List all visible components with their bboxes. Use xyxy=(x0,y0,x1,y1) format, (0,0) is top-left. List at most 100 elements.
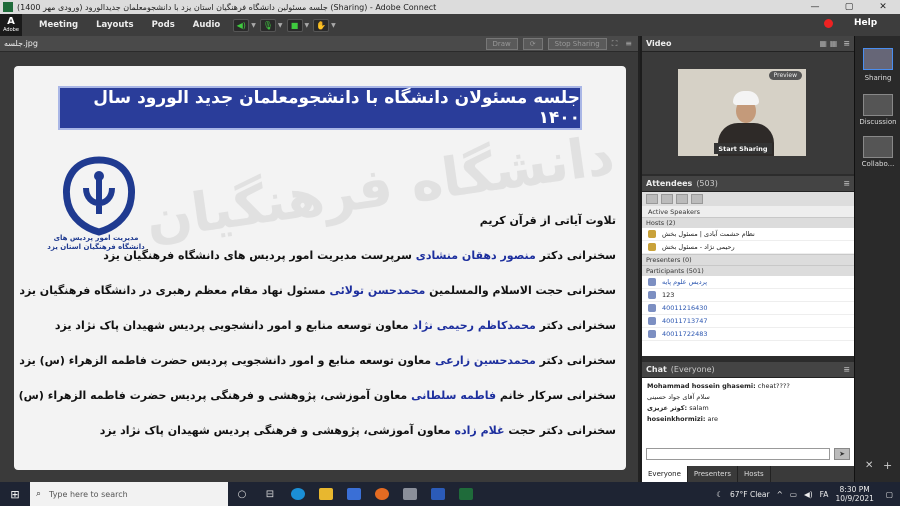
weather-text[interactable]: 67°F Clear xyxy=(730,490,770,499)
window-titlebar: (1400 جلسه مسئولین دانشگاه فرهنگیان استا… xyxy=(0,0,900,14)
right-pods-column: Video ▦ ▦ ≡ Preview Start Sharing Attend… xyxy=(642,36,854,482)
chat-scope: (Everyone) xyxy=(670,365,715,374)
record-indicator-icon[interactable] xyxy=(824,19,833,28)
pod-menu-icon[interactable]: ≡ xyxy=(843,179,850,188)
speaker-name: محمدحسن تولائی xyxy=(329,284,426,297)
video-layout-icon[interactable]: ▦ ▦ xyxy=(819,39,837,48)
close-button[interactable]: ✕ xyxy=(866,2,900,12)
webcam-icon: ■ xyxy=(286,18,303,32)
speaker-name: فاطمه سلطانی xyxy=(411,389,497,402)
list-item[interactable]: 40011713747 xyxy=(642,315,854,328)
layout-collaboration-thumbnail[interactable] xyxy=(863,136,893,158)
minimize-button[interactable]: — xyxy=(798,2,832,12)
start-sharing-button[interactable]: Start Sharing xyxy=(714,143,772,154)
windows-start-icon[interactable]: ⊞ xyxy=(0,482,30,506)
microphone-button[interactable]: 🎙 ▼ xyxy=(259,18,283,33)
tray-expand-icon[interactable]: ^ xyxy=(777,490,783,499)
line-prefix: سخنرانی دکتر حجت xyxy=(504,424,616,437)
system-tray: ☾ 67°F Clear ^ ▭ ◀) FA 8:30 PM 10/9/2021… xyxy=(716,482,900,506)
edge-icon[interactable] xyxy=(284,482,312,506)
file-explorer-icon[interactable] xyxy=(312,482,340,506)
send-icon[interactable]: ➤ xyxy=(834,448,850,460)
menu-pods[interactable]: Pods xyxy=(143,20,184,30)
list-item[interactable]: 40011216430 xyxy=(642,302,854,315)
speaker-button[interactable]: ◀) ▼ xyxy=(233,18,256,33)
list-item[interactable]: رحیمی نژاد - مسئول بخش xyxy=(642,241,854,254)
participants-group-header[interactable]: Participants (501) xyxy=(642,265,854,276)
list-item[interactable]: پردیس علوم پایه xyxy=(642,276,854,289)
status-button[interactable]: ✋ ▼ xyxy=(313,18,336,33)
program-line: سخنرانی دکتر منصور دهقان منشادی سرپرست م… xyxy=(16,247,616,282)
pod-menu-icon[interactable]: ≡ xyxy=(843,365,850,374)
layouts-panel: Sharing Discussion Collabo... ✕ + xyxy=(854,36,900,482)
chevron-down-icon: ▼ xyxy=(277,21,283,29)
windows-taskbar: ⊞ ⌕ Type here to search ○ ⊟ ☾ 67°F Clear … xyxy=(0,482,900,506)
tab-hosts[interactable]: Hosts xyxy=(738,466,771,482)
volume-icon[interactable]: ◀) xyxy=(804,490,813,499)
line-prefix: سخنرانی دکتر xyxy=(535,354,616,367)
presenters-group-label: Presenters (0) xyxy=(646,256,692,264)
chevron-down-icon: ▼ xyxy=(251,21,256,29)
line-suffix: سرپرست مدیریت امور پردیس های دانشگاه فره… xyxy=(103,249,416,262)
hosts-group-header[interactable]: Hosts (2) xyxy=(642,217,854,228)
pod-menu-icon[interactable]: ≡ xyxy=(843,39,850,48)
chat-sender: کوثر عزیزی: xyxy=(647,404,688,412)
draw-button[interactable]: Draw xyxy=(485,37,518,50)
list-item[interactable]: 40011722483 xyxy=(642,328,854,341)
tab-everyone[interactable]: Everyone xyxy=(642,466,688,482)
adobe-connect-taskbar-icon[interactable] xyxy=(452,482,480,506)
taskbar-search-box[interactable]: ⌕ Type here to search xyxy=(30,482,228,506)
maximize-button[interactable]: ▢ xyxy=(832,2,866,12)
widgets-icon[interactable]: ⊟ xyxy=(256,482,284,506)
participant-icon xyxy=(648,278,656,286)
menu-meeting[interactable]: Meeting xyxy=(30,20,87,30)
pod-menu-icon[interactable]: ≡ xyxy=(625,39,632,48)
grid-view-icon[interactable] xyxy=(661,194,673,204)
presenters-group-header[interactable]: Presenters (0) xyxy=(642,254,854,265)
status-view-icon[interactable] xyxy=(676,194,688,204)
layout-sharing-thumbnail[interactable] xyxy=(863,48,893,70)
word-icon[interactable] xyxy=(424,482,452,506)
language-indicator[interactable]: FA xyxy=(820,490,829,499)
chat-text: are xyxy=(705,415,719,423)
store-icon[interactable] xyxy=(340,482,368,506)
breakout-icon[interactable] xyxy=(691,194,703,204)
sync-icon[interactable]: ⟳ xyxy=(522,37,543,50)
network-icon[interactable]: ▭ xyxy=(790,490,797,499)
webcam-feed: Preview Start Sharing xyxy=(678,69,806,156)
layout-collaboration-label: Collabo... xyxy=(861,160,895,168)
help-menu[interactable]: Help xyxy=(854,18,877,28)
chat-text: cheat???? xyxy=(755,382,790,390)
attendees-title: Attendees xyxy=(646,179,693,188)
attendees-pod: Attendees (503) ≡ Active Speakers Hosts … xyxy=(642,176,854,356)
close-layouts-icon[interactable]: ✕ xyxy=(865,460,873,471)
list-view-icon[interactable] xyxy=(646,194,658,204)
add-layout-icon[interactable]: + xyxy=(883,459,892,472)
chat-input[interactable] xyxy=(646,448,830,460)
webcam-button[interactable]: ■ ▼ xyxy=(286,18,309,33)
stop-sharing-button[interactable]: Stop Sharing xyxy=(547,37,607,50)
menu-layouts[interactable]: Layouts xyxy=(87,20,142,30)
fullscreen-icon[interactable]: ⛶ xyxy=(612,39,618,49)
search-icon: ⌕ xyxy=(36,489,42,499)
line-suffix: مسئول نهاد مقام معظم رهبری در دانشگاه فر… xyxy=(19,284,330,297)
firefox-icon[interactable] xyxy=(368,482,396,506)
attendees-toolbar xyxy=(642,192,854,206)
task-view-icon[interactable]: ○ xyxy=(228,482,256,506)
line-suffix: معاون توسعه منابع و امور دانشجویی پردیس … xyxy=(19,354,435,367)
photos-icon[interactable] xyxy=(396,482,424,506)
clock[interactable]: 8:30 PM 10/9/2021 xyxy=(835,485,873,503)
host-icon xyxy=(648,243,656,251)
layout-discussion-thumbnail[interactable] xyxy=(863,94,893,116)
program-line: سخنرانی دکتر محمدحسین زارعی معاون توسعه … xyxy=(16,352,616,387)
list-item[interactable]: نظام حشمت‌ آبادی | مسئول بخش xyxy=(642,228,854,241)
list-item[interactable]: 123 xyxy=(642,289,854,302)
clock-time: 8:30 PM xyxy=(839,485,870,494)
line-prefix: سخنرانی دکتر xyxy=(535,249,616,262)
host-icon xyxy=(648,230,656,238)
line-suffix: معاون آموزشی، پژوهشی و فرهنگی پردیس حضرت… xyxy=(14,389,412,402)
weather-icon: ☾ xyxy=(716,489,723,499)
menu-audio[interactable]: Audio xyxy=(184,20,229,30)
notification-icon[interactable]: ▢ xyxy=(886,490,893,499)
tab-presenters[interactable]: Presenters xyxy=(688,466,739,482)
